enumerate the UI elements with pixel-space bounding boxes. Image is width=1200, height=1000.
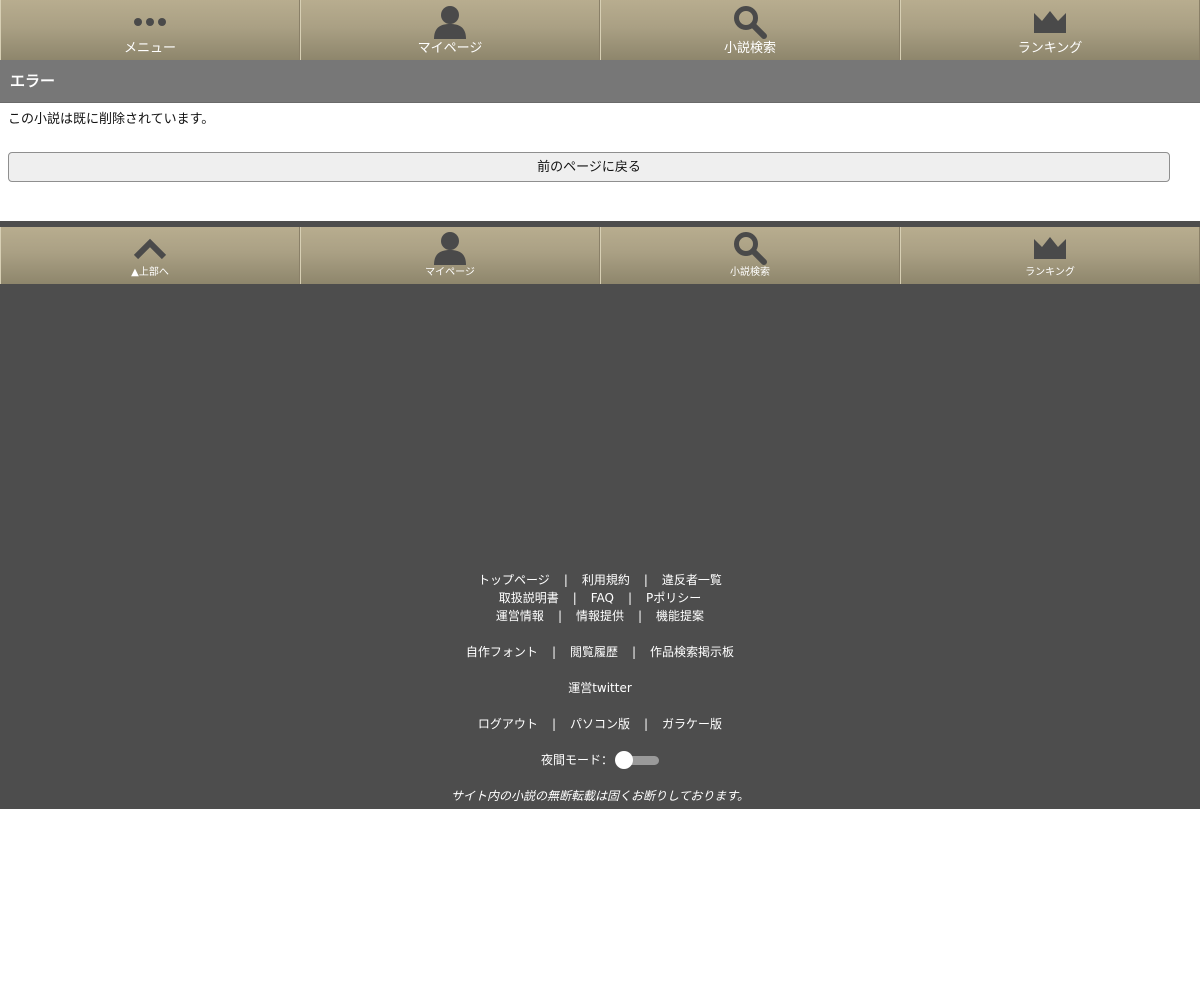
link-separator: |	[551, 645, 556, 659]
link-manual[interactable]: 取扱説明書	[499, 591, 559, 605]
link-violators[interactable]: 違反者一覧	[662, 573, 722, 587]
nav-mypage[interactable]: マイページ	[300, 0, 600, 60]
nav-search-bottom-label: 小説検索	[730, 267, 770, 278]
link-separator: |	[563, 573, 568, 587]
nav-ranking[interactable]: ランキング	[900, 0, 1200, 60]
nav-search-label: 小説検索	[723, 41, 776, 56]
nav-menu-label: メニュー	[123, 41, 176, 56]
nav-ranking-bottom[interactable]: ランキング	[900, 227, 1200, 284]
link-separator: |	[628, 591, 633, 605]
link-separator: |	[643, 573, 648, 587]
link-policy[interactable]: Pポリシー	[646, 591, 701, 605]
nav-ranking-bottom-label: ランキング	[1025, 267, 1075, 278]
search-icon	[733, 3, 767, 41]
footer-link-row: ログアウト | パソコン版 | ガラケー版	[0, 715, 1200, 733]
footer-link-row: 取扱説明書 | FAQ | Pポリシー	[0, 589, 1200, 607]
error-title: エラー	[0, 60, 1200, 103]
link-feature-request[interactable]: 機能提案	[656, 609, 704, 623]
link-faq[interactable]: FAQ	[591, 591, 614, 605]
link-top-page[interactable]: トップページ	[478, 573, 550, 587]
nav-ranking-label: ランキング	[1017, 41, 1083, 56]
link-logout[interactable]: ログアウト	[478, 717, 538, 731]
link-twitter[interactable]: 運営twitter	[568, 681, 632, 695]
back-button[interactable]: 前のページに戻る	[8, 152, 1170, 182]
night-mode-toggle[interactable]	[615, 751, 659, 769]
footer-link-row: トップページ | 利用規約 | 違反者一覧	[0, 571, 1200, 589]
crown-icon	[1033, 3, 1067, 41]
link-separator: |	[551, 717, 556, 731]
error-message: この小説は既に削除されています。	[8, 112, 215, 127]
link-separator: |	[644, 717, 649, 731]
nav-search-bottom[interactable]: 小説検索	[600, 227, 900, 284]
main-content: この小説は既に削除されています。 前のページに戻る	[0, 103, 1200, 221]
footer-link-row: 運営twitter	[0, 679, 1200, 697]
link-custom-font[interactable]: 自作フォント	[466, 645, 538, 659]
user-icon	[433, 230, 467, 266]
footer-link-row: 自作フォント | 閲覧履歴 | 作品検索掲示板	[0, 643, 1200, 661]
bottom-nav: ▲上部へ マイページ 小説検索 ランキング	[0, 227, 1200, 284]
link-separator: |	[557, 609, 562, 623]
footer-links: トップページ | 利用規約 | 違反者一覧 取扱説明書 | FAQ | Pポリシー 運営情報 | 情…	[0, 571, 1200, 805]
link-terms[interactable]: 利用規約	[582, 573, 630, 587]
link-feature-phone[interactable]: ガラケー版	[662, 717, 722, 731]
user-icon	[433, 3, 467, 41]
crown-icon	[1033, 230, 1067, 266]
nav-mypage-label: マイページ	[417, 41, 483, 56]
chevron-up-icon	[133, 230, 167, 266]
nav-page-top-label: ▲上部へ	[131, 267, 169, 278]
nav-page-top[interactable]: ▲上部へ	[0, 227, 300, 284]
search-icon	[733, 230, 767, 266]
nav-menu[interactable]: メニュー	[0, 0, 300, 60]
nav-mypage-bottom-label: マイページ	[425, 267, 475, 278]
ellipsis-icon	[132, 3, 168, 41]
night-mode-row: 夜間モード：	[0, 751, 1200, 769]
link-search-board[interactable]: 作品検索掲示板	[650, 645, 734, 659]
link-history[interactable]: 閲覧履歴	[570, 645, 618, 659]
link-info-provide[interactable]: 情報提供	[576, 609, 624, 623]
footer-link-row: 運営情報 | 情報提供 | 機能提案	[0, 607, 1200, 625]
toggle-knob	[615, 751, 633, 769]
nav-search[interactable]: 小説検索	[600, 0, 900, 60]
link-pc-version[interactable]: パソコン版	[570, 717, 630, 731]
copyright-notice: サイト内の小説の無断転載は固くお断りしております。	[450, 789, 750, 803]
link-separator: |	[572, 591, 577, 605]
link-operation-info[interactable]: 運営情報	[496, 609, 544, 623]
footer: トップページ | 利用規約 | 違反者一覧 取扱説明書 | FAQ | Pポリシー 運営情報 | 情…	[0, 284, 1200, 809]
night-mode-label: 夜間モード：	[540, 753, 613, 767]
link-separator: |	[632, 645, 637, 659]
top-nav: メニュー マイページ 小説検索 ランキング	[0, 0, 1200, 60]
link-separator: |	[638, 609, 643, 623]
nav-mypage-bottom[interactable]: マイページ	[300, 227, 600, 284]
